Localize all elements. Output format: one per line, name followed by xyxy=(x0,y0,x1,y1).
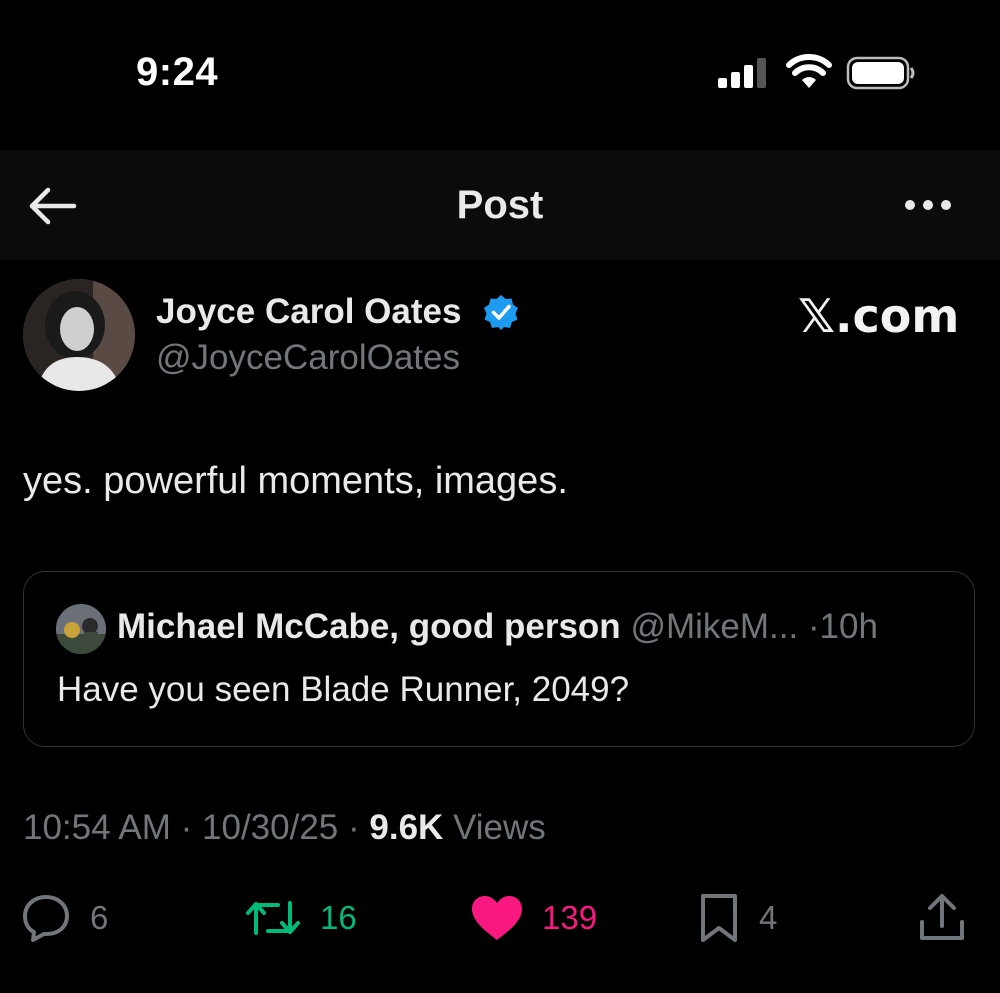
repost-button[interactable]: 16 xyxy=(244,890,357,946)
repost-icon xyxy=(246,901,300,935)
status-time: 9:24 xyxy=(136,50,219,94)
like-count: 139 xyxy=(542,899,598,936)
meta-separator: · xyxy=(180,808,193,847)
more-icon[interactable] xyxy=(900,190,956,220)
share-button[interactable] xyxy=(917,890,967,946)
verified-badge-icon xyxy=(484,295,518,330)
reply-button[interactable]: 6 xyxy=(20,890,108,946)
reply-count: 6 xyxy=(90,899,109,936)
quote-separator: · xyxy=(807,607,820,646)
meta-separator: · xyxy=(348,808,360,847)
watermark: 𝕏.com xyxy=(798,289,960,343)
signal-icon xyxy=(718,58,766,88)
quote-author-avatar xyxy=(56,604,106,654)
post-date: 10/30/25 xyxy=(202,808,339,847)
share-icon xyxy=(920,894,964,940)
quote-header: Michael McCabe, good person @MikeM... ·1… xyxy=(117,607,878,647)
quoted-post[interactable] xyxy=(23,571,975,747)
quote-author-handle: @MikeM... xyxy=(630,607,799,646)
post-meta: 10:54 AM · 10/30/25 · 9.6K Views xyxy=(23,808,546,848)
bookmark-button[interactable]: 4 xyxy=(697,890,777,946)
quote-text: Have you seen Blade Runner, 2049? xyxy=(57,670,630,709)
quote-time: 10h xyxy=(819,607,878,646)
author-handle[interactable]: @JoyceCarolOates xyxy=(156,338,460,378)
author-avatar[interactable] xyxy=(23,279,135,391)
bookmark-icon xyxy=(701,894,737,942)
bookmark-count: 4 xyxy=(759,899,778,936)
like-button[interactable]: 139 xyxy=(470,890,597,946)
post-time: 10:54 AM xyxy=(23,808,171,847)
heart-icon xyxy=(472,896,522,940)
views-label: Views xyxy=(453,808,546,847)
battery-icon xyxy=(846,56,915,90)
quote-author-name: Michael McCabe, good person xyxy=(117,607,621,646)
reply-icon xyxy=(23,895,69,942)
page-title: Post xyxy=(456,183,544,227)
views-count: 9.6K xyxy=(369,808,444,847)
author-name[interactable]: Joyce Carol Oates xyxy=(156,292,461,332)
post-text: yes. powerful moments, images. xyxy=(23,460,568,502)
wifi-icon xyxy=(786,54,832,88)
repost-count: 16 xyxy=(320,899,357,936)
